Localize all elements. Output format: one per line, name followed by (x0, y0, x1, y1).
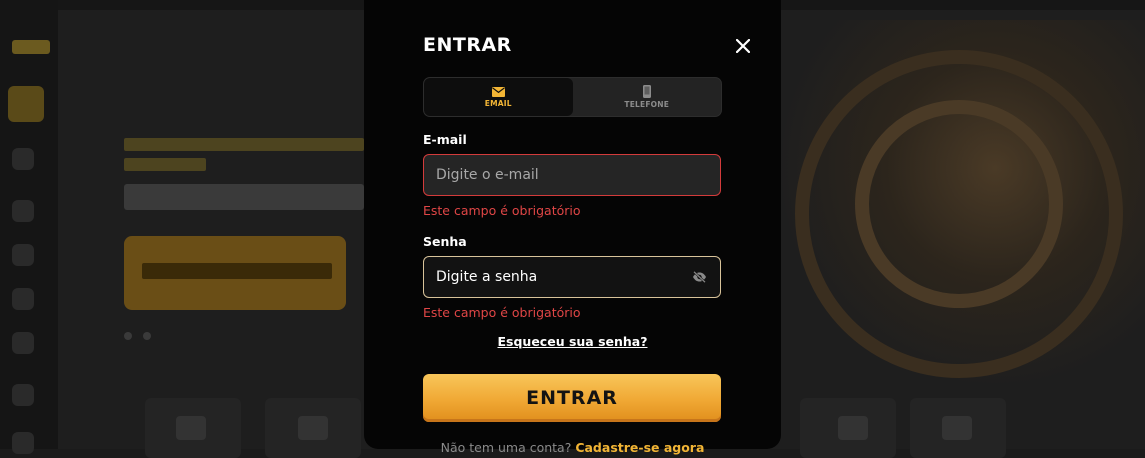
email-label: E-mail (423, 132, 467, 147)
envelope-icon (491, 86, 505, 97)
toggle-password-visibility-button[interactable] (690, 268, 708, 286)
close-button[interactable] (733, 36, 753, 56)
background-art-ring (855, 100, 1063, 308)
background-sidebar-item (12, 332, 34, 354)
eye-off-icon (692, 271, 706, 283)
background-category-icon (838, 416, 868, 440)
forgot-password-link[interactable]: Esqueceu sua senha? (364, 334, 781, 349)
background-hero-title (124, 184, 364, 210)
login-method-tabs: EMAIL TELEFONE (423, 77, 722, 117)
tab-telefone-label: TELEFONE (624, 100, 670, 109)
password-field[interactable]: Digite a senha (423, 256, 721, 298)
login-submit-button[interactable]: ENTRAR (423, 374, 721, 422)
signup-prompt: Não tem uma conta? Cadastre-se agora (364, 440, 781, 455)
background-sidebar-item (12, 288, 34, 310)
tab-email-label: EMAIL (484, 98, 512, 108)
background-carousel-dot (143, 332, 151, 340)
background-carousel-dot (124, 332, 132, 340)
password-error-message: Este campo é obrigatório (423, 305, 581, 320)
background-hero-cta-text (142, 263, 332, 279)
email-placeholder: Digite o e-mail (436, 167, 539, 183)
login-modal: ENTRAR EMAIL TELEFONE E-mail Digite o e-… (364, 0, 781, 455)
background-sidebar-item (12, 244, 34, 266)
background-sidebar-item (12, 384, 34, 406)
background-sidebar-item (8, 86, 44, 122)
background-sidebar-item (12, 432, 34, 454)
background-hero-text (124, 138, 364, 151)
email-field[interactable]: Digite o e-mail (423, 154, 721, 196)
background-sidebar-item (12, 200, 34, 222)
close-icon (736, 39, 750, 53)
email-error-message: Este campo é obrigatório (423, 203, 581, 218)
background-category-icon (176, 416, 206, 440)
background-hero-art (775, 20, 1145, 390)
password-placeholder: Digite a senha (436, 269, 538, 285)
background-category-icon (298, 416, 328, 440)
signup-link[interactable]: Cadastre-se agora (575, 440, 704, 455)
login-submit-label: ENTRAR (526, 387, 618, 409)
background-hero-text (124, 158, 206, 171)
tab-telefone[interactable]: TELEFONE (573, 78, 722, 116)
signup-prompt-text: Não tem uma conta? (440, 440, 572, 455)
modal-title: ENTRAR (423, 34, 512, 56)
tab-email[interactable]: EMAIL (424, 78, 573, 116)
background-logo (12, 40, 50, 54)
password-label: Senha (423, 234, 467, 249)
background-sidebar (0, 0, 58, 454)
phone-icon (642, 85, 651, 98)
background-category-icon (942, 416, 972, 440)
background-sidebar-item (12, 148, 34, 170)
